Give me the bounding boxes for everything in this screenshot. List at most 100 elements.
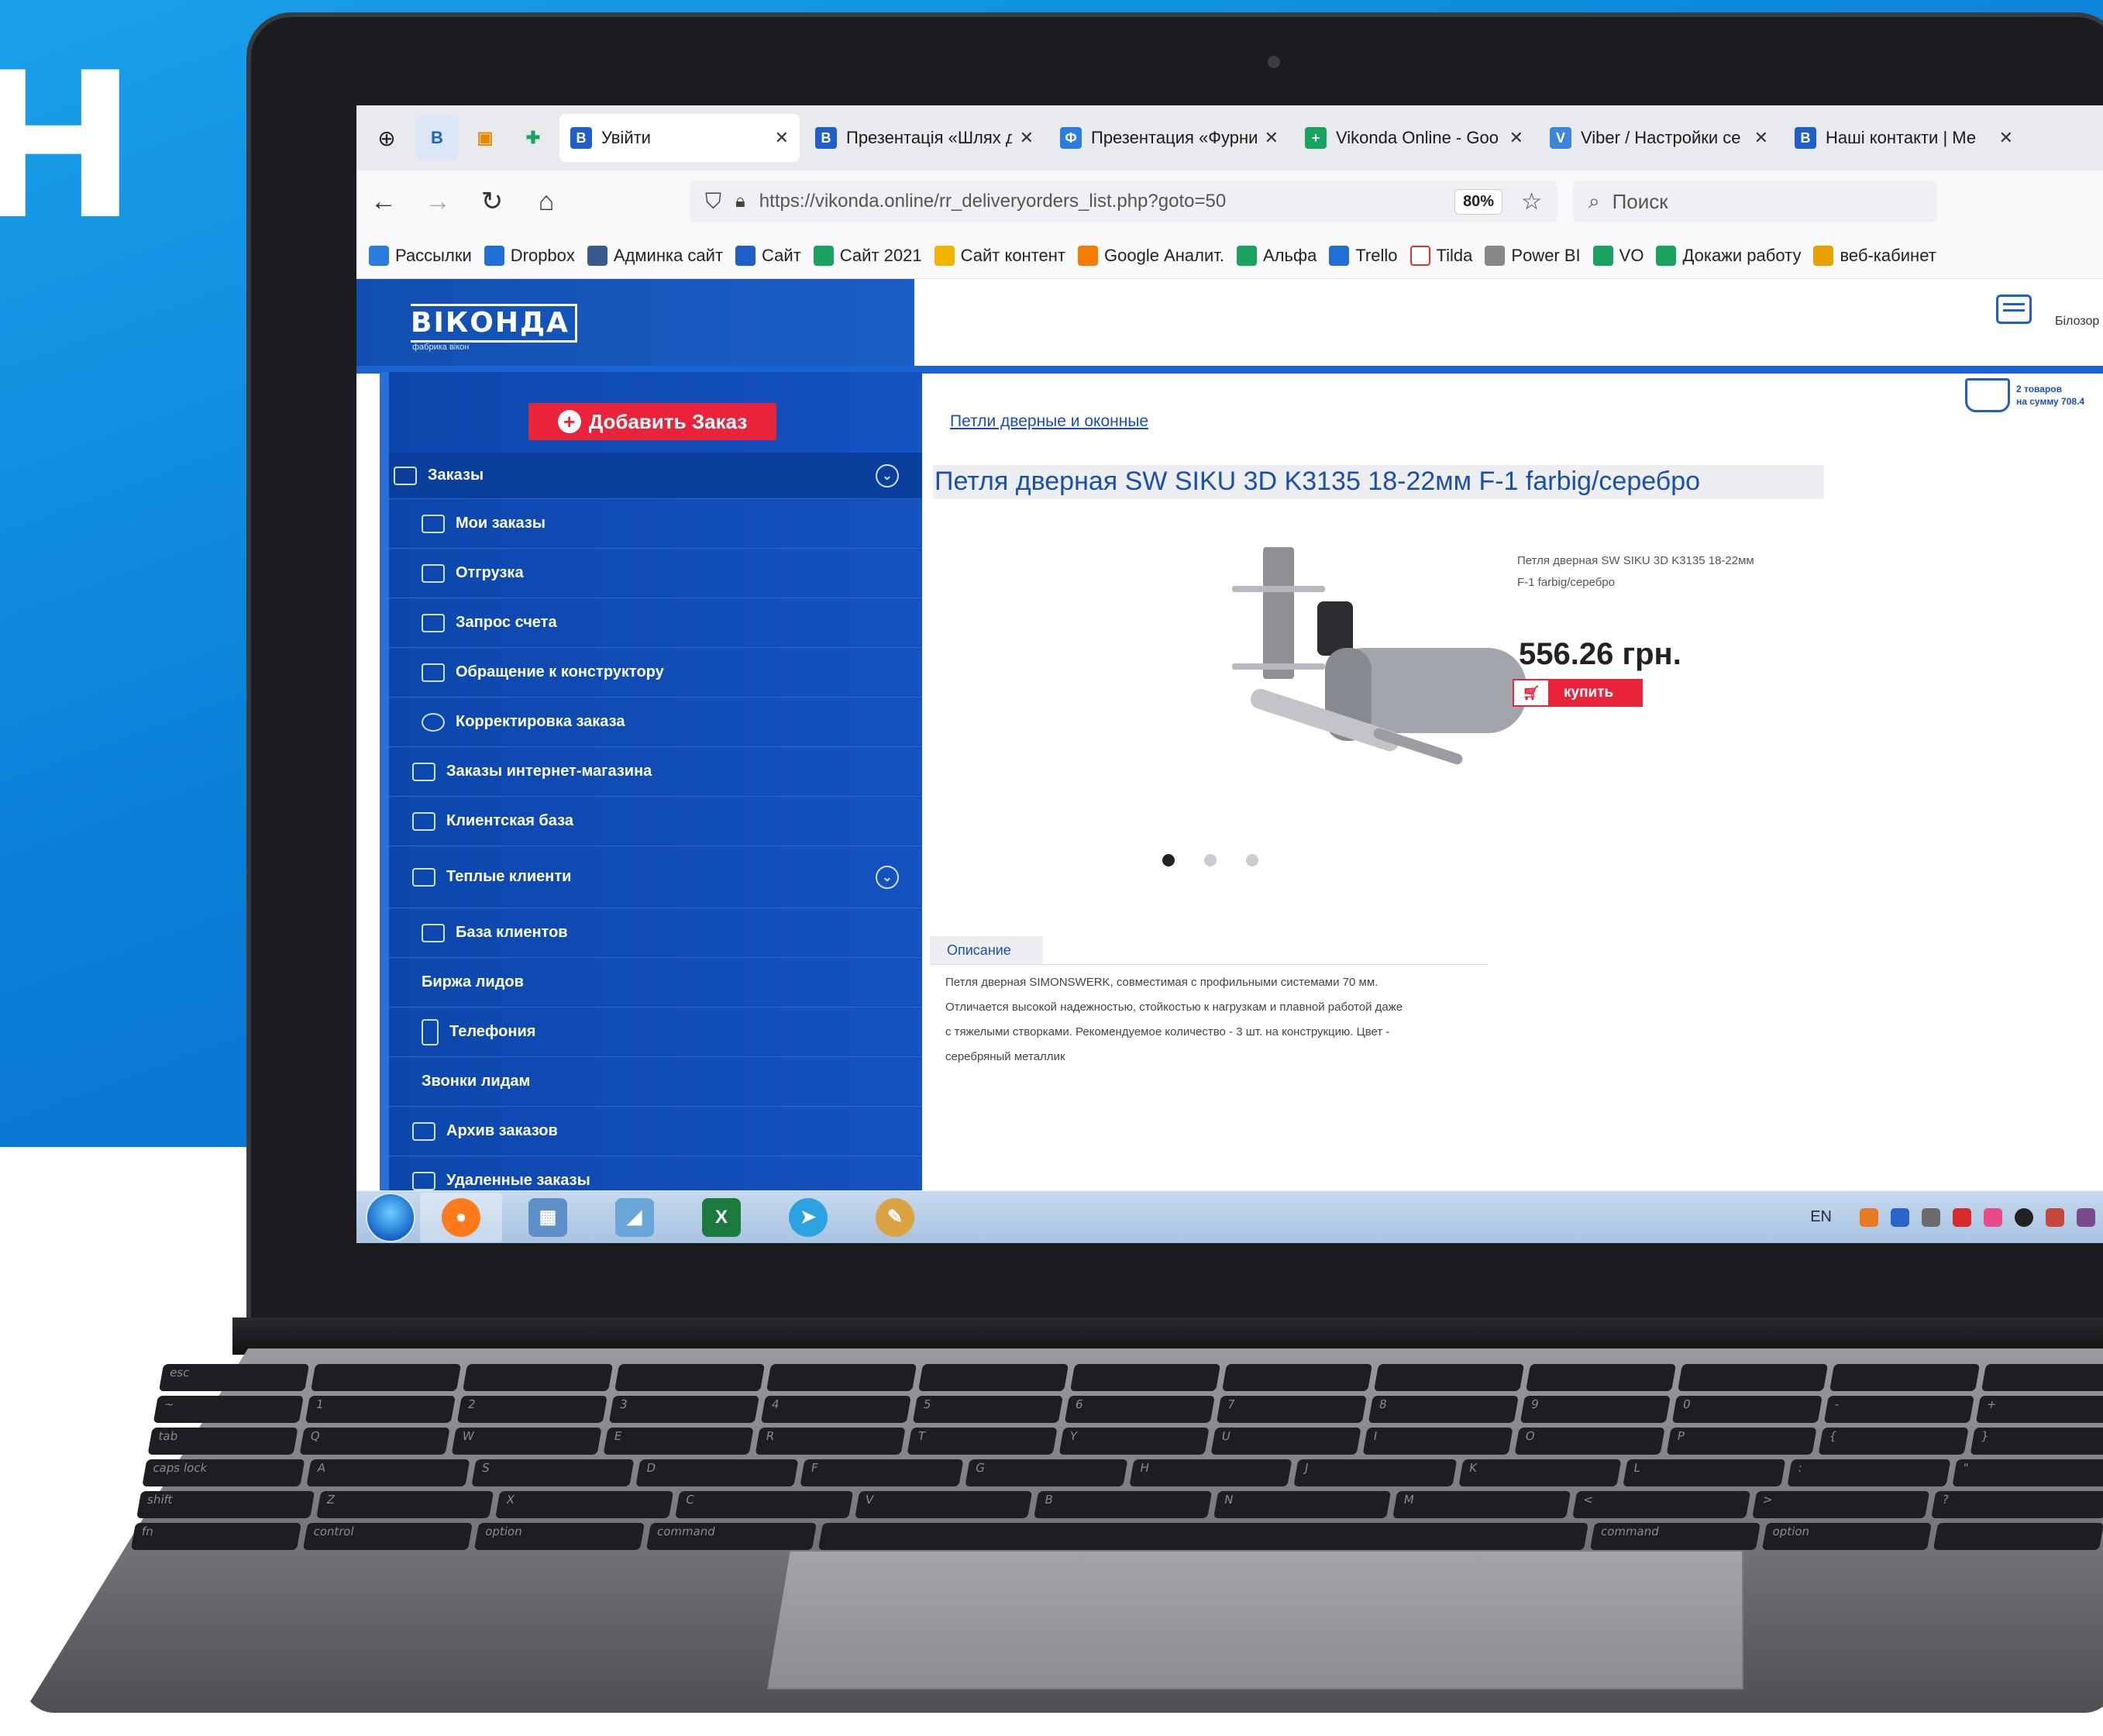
sidebar-item-telephony[interactable]: Телефония (389, 1008, 922, 1057)
carousel-dot[interactable] (1246, 854, 1258, 866)
close-icon[interactable]: ✕ (1754, 128, 1768, 148)
bookmark-item[interactable]: Tilda (1409, 245, 1472, 266)
sidebar-item-orders[interactable]: Заказы ⌄ (389, 453, 922, 499)
tab[interactable]: B Наші контакти | Ме ✕ (1784, 114, 2024, 162)
tray-app-icon[interactable] (1984, 1207, 2002, 1227)
bookmark-item[interactable]: веб-кабинет (1813, 245, 1936, 266)
taskbar-notes[interactable]: ◢ (594, 1193, 676, 1242)
pinned-tab[interactable]: B (415, 116, 459, 160)
close-icon[interactable]: ✕ (775, 128, 789, 148)
address-bar[interactable]: ⛉ 🔒︎ https://vikonda.online/rr_deliveryo… (690, 181, 1557, 222)
bookmark-icon (1592, 245, 1613, 266)
lock-icon[interactable]: 🔒︎ (735, 191, 745, 212)
buy-button[interactable]: 🛒︎ купить (1513, 679, 1643, 707)
bookmark-item[interactable]: Trello (1329, 245, 1398, 266)
tab[interactable]: B Презентація «Шлях до ✕ (804, 114, 1045, 162)
chat-icon[interactable] (1996, 294, 2032, 324)
tray-app-icon[interactable] (2015, 1207, 2033, 1227)
breadcrumb[interactable]: Петли дверные и оконные (950, 412, 1148, 431)
sidebar-item-lead-calls[interactable]: Звонки лидам (389, 1057, 922, 1107)
bookmark-item[interactable]: Альфа (1237, 245, 1317, 266)
tray-app-icon[interactable] (2046, 1207, 2064, 1227)
sidebar-item-my-orders[interactable]: Мои заказы (389, 499, 922, 549)
bookmark-label: Trello (1355, 245, 1398, 265)
close-icon[interactable]: ✕ (1509, 128, 1523, 148)
bookmark-label: Админка сайт (613, 245, 724, 265)
shield-icon[interactable]: ⛉ (705, 189, 721, 215)
bookmark-item[interactable]: Докажи работу (1656, 245, 1801, 266)
tab[interactable]: V Viber / Настройки се ✕ (1539, 114, 1779, 162)
carousel-dot[interactable] (1204, 854, 1217, 866)
taskbar-firefox[interactable]: ● (420, 1192, 502, 1242)
pinned-tab[interactable]: ✚ (511, 116, 555, 160)
bookmark-item[interactable]: VO (1592, 245, 1644, 266)
sidebar-item-warm-clients[interactable]: Теплые клиенти ⌄ (389, 846, 922, 908)
users-icon (412, 811, 435, 831)
tab[interactable]: + Vikonda Online - Goo ✕ (1294, 114, 1534, 162)
globe-icon[interactable]: ⊕ (363, 114, 411, 162)
taskbar-paint[interactable]: ✎ (854, 1193, 936, 1242)
cart-summary[interactable]: 2 товаров на сумму 708.4 (1965, 378, 2084, 412)
bookmark-item[interactable]: Google Аналит. (1078, 245, 1224, 266)
tab-title: Презентация «Фурни (1091, 128, 1257, 147)
bookmark-item[interactable]: Dropbox (484, 245, 575, 266)
tab-description[interactable]: Описание (930, 936, 1043, 964)
close-icon[interactable]: ✕ (1020, 128, 1034, 148)
site-logo[interactable]: ВІКОНДА (411, 304, 577, 343)
taskbar-telegram[interactable]: ➤ (767, 1193, 849, 1242)
reload-icon[interactable]: ↻ (465, 186, 519, 217)
taskbar-excel[interactable]: X (680, 1193, 762, 1242)
sidebar-item-lead-exchange[interactable]: Биржа лидов (389, 958, 922, 1008)
brand-letter: Н (0, 30, 138, 264)
taskbar-calculator[interactable]: ▦ (507, 1193, 589, 1242)
cart-icon[interactable] (1965, 378, 2010, 412)
language-indicator[interactable]: EN (1810, 1208, 1832, 1226)
close-icon[interactable]: ✕ (1999, 128, 2013, 148)
tray-app-icon[interactable] (2077, 1207, 2095, 1227)
bookmark-item[interactable]: Рассылки (369, 245, 472, 266)
home-icon[interactable]: ⌂ (519, 187, 573, 217)
bookmark-item[interactable]: Сайт контент (934, 245, 1065, 266)
volume-icon[interactable] (1922, 1207, 1940, 1227)
sidebar-item-order-correction[interactable]: Корректировка заказа (389, 698, 922, 747)
bookmark-label: Рассылки (395, 245, 472, 265)
description-line: Петля дверная SIMONSWERK, совместимая с … (945, 976, 1378, 989)
bookmark-item[interactable]: Сайт (735, 245, 801, 266)
sidebar-item-client-base[interactable]: Клиентская база (389, 797, 922, 846)
sidebar-item-clients-db[interactable]: База клиентов (389, 908, 922, 958)
tab[interactable]: B Увійти ✕ (559, 114, 800, 162)
tray-app-icon[interactable] (1953, 1207, 1971, 1227)
tray-app-icon[interactable] (1860, 1207, 1878, 1227)
zoom-level[interactable]: 80% (1454, 188, 1503, 215)
sidebar-item-label: Телефония (449, 1023, 536, 1040)
back-arrow-icon[interactable]: ← (356, 187, 411, 217)
hinge-cap (1317, 601, 1353, 656)
pinned-tab[interactable]: ▣ (463, 116, 507, 160)
excel-icon: X (702, 1197, 741, 1237)
bookmark-item[interactable]: Power BI (1485, 245, 1581, 266)
chevron-down-icon[interactable]: ⌄ (876, 463, 899, 487)
start-button[interactable] (366, 1192, 415, 1242)
search-input[interactable]: ⌕ Поиск (1573, 181, 1937, 222)
sidebar-item-designer-request[interactable]: Обращение к конструктору (389, 648, 922, 698)
sidebar-item-shop-orders[interactable]: Заказы интернет-магазина (389, 747, 922, 797)
close-icon[interactable]: ✕ (1265, 128, 1279, 148)
paint-icon: ✎ (876, 1197, 914, 1237)
bookmark-star-icon[interactable]: ☆ (1521, 188, 1542, 215)
carousel-dot[interactable] (1162, 854, 1175, 866)
url-text[interactable]: https://vikonda.online/rr_deliveryorders… (759, 191, 1454, 212)
sidebar-item-shipment[interactable]: Отгрузка (389, 549, 922, 598)
tab[interactable]: Ф Презентация «Фурни ✕ (1049, 114, 1289, 162)
basket-icon (412, 762, 435, 781)
sidebar-item-label: Биржа лидов (422, 973, 524, 990)
bookmark-item[interactable]: Сайт 2021 (813, 245, 922, 266)
forward-arrow-icon[interactable]: → (411, 187, 465, 217)
chevron-down-icon[interactable]: ⌄ (876, 865, 899, 889)
bookmark-item[interactable]: Админка сайт (587, 245, 724, 266)
tray-app-icon[interactable] (1891, 1207, 1909, 1227)
sidebar-item-label: База клиентов (456, 924, 568, 941)
sidebar-item-order-archive[interactable]: Архив заказов (389, 1107, 922, 1156)
sidebar-item-invoice-request[interactable]: Запрос счета (389, 598, 922, 648)
product-image[interactable] (1217, 539, 1557, 795)
add-order-button[interactable]: + Добавить Заказ (528, 403, 776, 440)
